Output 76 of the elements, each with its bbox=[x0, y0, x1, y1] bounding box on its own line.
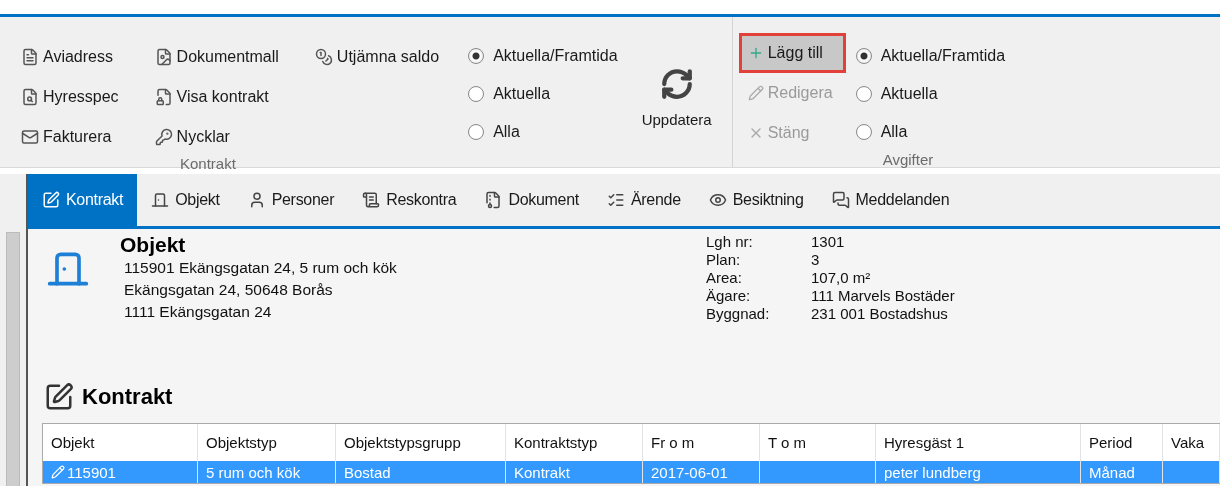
radio-option[interactable]: Aktuella bbox=[855, 75, 1006, 113]
chat-icon bbox=[831, 191, 850, 209]
section-title: Kontrakt bbox=[82, 384, 173, 410]
tab[interactable]: Personer bbox=[233, 174, 349, 226]
detail-label: Area: bbox=[706, 269, 743, 287]
key-icon bbox=[154, 128, 173, 146]
group-label: Kontrakt bbox=[179, 155, 237, 172]
scroll-icon bbox=[362, 191, 381, 209]
table-cell: 115901 bbox=[43, 461, 198, 483]
detail-value: 111 Marvels Bostäder bbox=[811, 287, 955, 305]
tab[interactable]: Objekt bbox=[137, 174, 234, 226]
radio-option[interactable]: Alla bbox=[468, 113, 618, 151]
edit-icon bbox=[51, 465, 65, 479]
document-icon bbox=[154, 48, 173, 66]
detail-value: 107,0 m² bbox=[811, 269, 872, 287]
address-line: 1111 Ekängsgatan 24 bbox=[123, 302, 273, 322]
radio-label: Alla bbox=[880, 123, 908, 141]
document-search-icon bbox=[21, 88, 39, 106]
table-cell: 2017-06-01 bbox=[643, 461, 760, 483]
tab[interactable]: Dokument bbox=[470, 174, 593, 226]
list-icon bbox=[606, 191, 625, 209]
refresh-icon bbox=[659, 67, 694, 101]
radio-button[interactable] bbox=[855, 86, 872, 102]
ribbon-button[interactable]: Visa kontrakt bbox=[145, 77, 292, 117]
detail-label: Ägare: bbox=[706, 287, 752, 305]
radio-button[interactable] bbox=[468, 124, 485, 140]
eye-icon bbox=[708, 191, 727, 209]
tab[interactable]: Besiktning bbox=[694, 174, 818, 226]
radio-label: Aktuella/Framtida bbox=[880, 47, 1006, 65]
ribbon-button[interactable]: Utjämna saldo bbox=[305, 37, 453, 77]
detail-value: 3 bbox=[811, 251, 821, 269]
edit-icon bbox=[44, 382, 74, 412]
address-line: 115901 Ekängsgatan 24, 5 rum och kök bbox=[123, 258, 397, 278]
section-title: Objekt bbox=[120, 233, 187, 257]
scrollbar[interactable] bbox=[6, 232, 20, 486]
table-cell: 5 rum och kök bbox=[198, 461, 336, 483]
address-line: Ekängsgatan 24, 50648 Borås bbox=[123, 280, 334, 300]
group-label: Avgifter bbox=[881, 151, 935, 168]
form-icon bbox=[21, 48, 39, 66]
ribbon-button[interactable]: Lägg till bbox=[738, 33, 846, 73]
ribbon-button[interactable]: Fakturera bbox=[12, 117, 132, 157]
tab[interactable]: Ärende bbox=[592, 174, 695, 226]
refresh-button[interactable]: Uppdatera bbox=[631, 37, 722, 137]
table-cell: Bostad bbox=[336, 461, 506, 483]
radio-label: Alla bbox=[493, 123, 520, 141]
edit-icon bbox=[42, 191, 60, 209]
tab[interactable]: Reskontra bbox=[348, 174, 471, 226]
coins-icon bbox=[314, 48, 333, 66]
radio-button[interactable] bbox=[468, 86, 485, 102]
tab[interactable]: Meddelanden bbox=[817, 174, 964, 226]
radio-option[interactable]: Aktuella/Framtida bbox=[468, 37, 618, 75]
door-icon bbox=[151, 191, 170, 209]
table-cell: peter lundberg bbox=[876, 461, 1081, 483]
ribbon-button[interactable]: Dokumentmall bbox=[145, 37, 292, 77]
radio-button[interactable] bbox=[468, 48, 485, 64]
radio-label: Aktuella bbox=[880, 85, 938, 103]
table-cell: Månad bbox=[1081, 461, 1163, 483]
detail-value: 1301 bbox=[811, 233, 846, 251]
radio-option[interactable]: Alla bbox=[855, 113, 1006, 151]
radio-label: Aktuella bbox=[493, 85, 551, 103]
radio-option[interactable]: Aktuella bbox=[468, 75, 618, 113]
radio-option[interactable]: Aktuella/Framtida bbox=[855, 37, 1006, 75]
tab[interactable]: Kontrakt bbox=[28, 174, 138, 226]
detail-label: Lgh nr: bbox=[706, 233, 754, 251]
radio-button[interactable] bbox=[855, 48, 872, 64]
detail-label: Byggnad: bbox=[706, 305, 771, 323]
detail-value: 231 001 Bostadshus bbox=[811, 305, 949, 323]
detail-label: Plan: bbox=[706, 251, 742, 269]
ribbon-button[interactable]: Aviadress bbox=[12, 37, 132, 77]
radio-label: Aktuella/Framtida bbox=[493, 47, 618, 65]
ribbon-button[interactable]: Hyresspec bbox=[12, 77, 132, 117]
document-lock-icon bbox=[154, 88, 173, 106]
envelope-icon bbox=[21, 128, 39, 146]
ribbon-button[interactable]: Nycklar bbox=[145, 117, 292, 157]
table-cell: Kontrakt bbox=[506, 461, 643, 483]
radio-button[interactable] bbox=[855, 124, 872, 140]
